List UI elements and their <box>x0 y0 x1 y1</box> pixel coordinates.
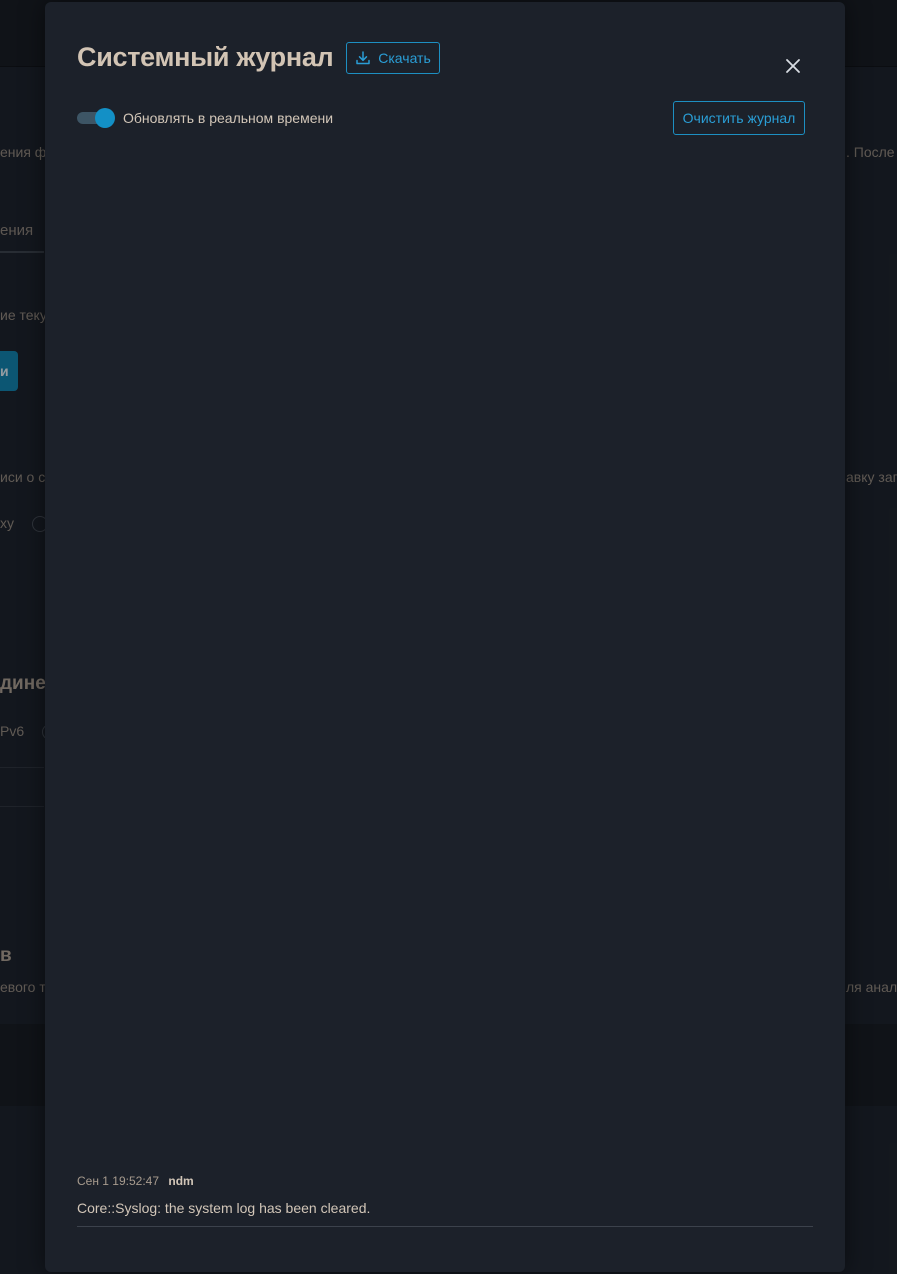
dialog-title: Системный журнал <box>77 42 334 72</box>
log-divider <box>77 1226 813 1227</box>
clear-log-button[interactable]: Очистить журнал <box>673 101 805 135</box>
log-entry-meta: Сен 1 19:52:47 ndm <box>77 1174 813 1188</box>
system-log-dialog: Системный журнал Скачать Обновлять в реа… <box>45 2 845 1272</box>
log-message: Core::Syslog: the system log has been cl… <box>77 1200 371 1216</box>
realtime-toggle-label: Обновлять в реальном времени <box>123 110 334 126</box>
toggle-thumb <box>95 108 115 128</box>
download-label: Скачать <box>378 50 431 66</box>
close-icon <box>785 58 801 79</box>
download-button[interactable]: Скачать <box>346 42 440 74</box>
log-entry: Сен 1 19:52:47 ndm Core::Syslog: the sys… <box>77 1174 813 1227</box>
log-source: ndm <box>168 1174 194 1188</box>
realtime-toggle[interactable] <box>77 108 115 128</box>
close-button[interactable] <box>781 56 805 80</box>
download-icon <box>355 50 371 66</box>
log-timestamp: Сен 1 19:52:47 <box>77 1174 160 1188</box>
